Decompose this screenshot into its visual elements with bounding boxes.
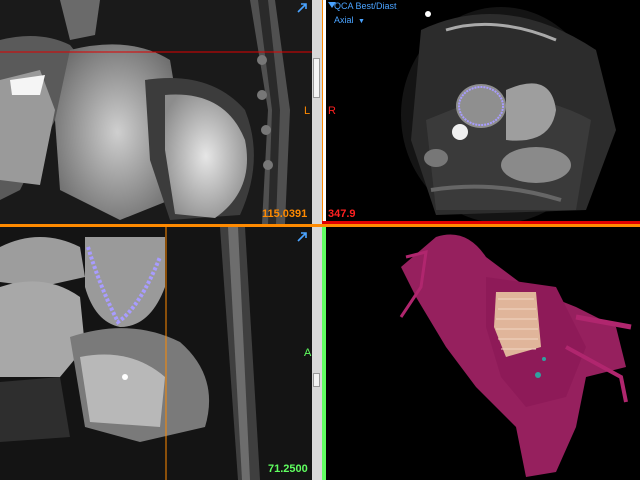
coronal-scrollbar[interactable]: [312, 0, 322, 224]
maximize-icon[interactable]: [296, 2, 308, 14]
sagittal-ct-image: [0, 227, 312, 480]
viewport-coronal[interactable]: L 115.0391: [0, 0, 312, 224]
slice-position-value: 71.2500: [268, 463, 308, 475]
sagittal-scrollbar[interactable]: [312, 227, 322, 480]
active-marker-icon: [328, 2, 338, 12]
series-dropdown[interactable]: Axial ▼: [334, 10, 365, 28]
viewport-axial[interactable]: QCA Best/Diast Axial ▼ R 347.9: [326, 0, 640, 224]
orientation-anterior-label: A: [304, 347, 312, 359]
series-label: Axial: [334, 15, 354, 25]
coronal-ct-image: [0, 0, 312, 224]
viewport-3d-volume[interactable]: [326, 227, 640, 480]
axial-ct-image: [326, 0, 640, 224]
volume-rendering-image: [326, 227, 640, 480]
sagittal-scroll-thumb[interactable]: [313, 373, 320, 387]
slice-position-value: 115.0391: [262, 208, 308, 220]
orientation-right-label: R: [328, 105, 336, 117]
viewport-divider-red: [322, 221, 640, 224]
orientation-left-label: L: [304, 105, 311, 117]
viewport-sagittal[interactable]: A 71.2500: [0, 227, 312, 480]
maximize-icon[interactable]: [296, 231, 308, 243]
coronal-scroll-thumb[interactable]: [313, 58, 320, 98]
crosshair-orange-vertical: [322, 0, 323, 224]
slice-position-value: 347.9: [328, 208, 356, 220]
chevron-down-icon: ▼: [357, 18, 365, 25]
